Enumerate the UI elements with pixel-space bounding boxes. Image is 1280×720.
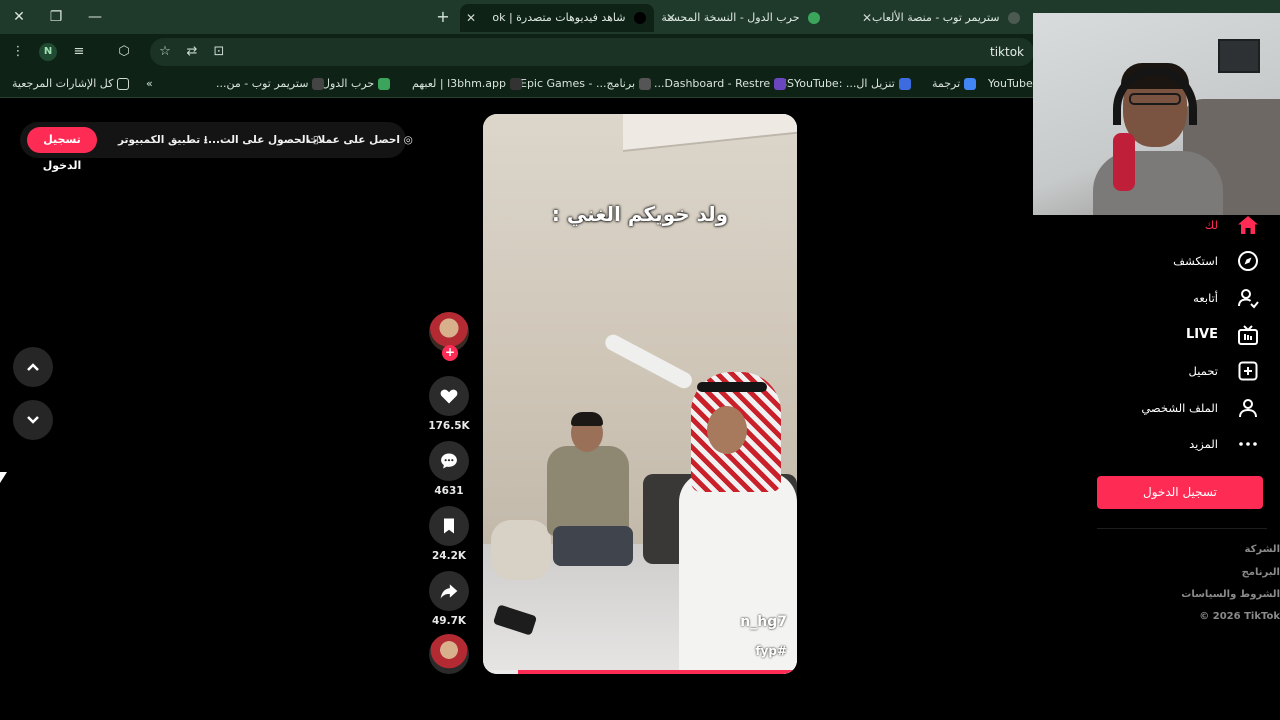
get-coins-link[interactable]: ◎ احصل على عملات bbox=[307, 122, 413, 158]
close-tab-icon[interactable]: ✕ bbox=[466, 4, 476, 32]
extensions-icon[interactable]: ⬡ bbox=[115, 43, 133, 61]
nav-upload[interactable]: تحميل bbox=[1096, 356, 1266, 386]
bookmark-star-icon[interactable]: ☆ bbox=[156, 43, 174, 61]
close-tab-icon[interactable]: ✕ bbox=[862, 4, 872, 32]
minimize-window-icon[interactable]: — bbox=[84, 6, 106, 28]
tab-label: شاهد فيديوهات متصدرة | ok bbox=[492, 11, 626, 24]
translate-icon bbox=[964, 78, 977, 90]
download-icon: ⭳ bbox=[200, 134, 208, 146]
video-author[interactable]: n_hg7 bbox=[740, 614, 787, 630]
share-count: 49.7K bbox=[431, 615, 467, 627]
save-button[interactable] bbox=[429, 506, 469, 546]
new-tab-button[interactable]: + bbox=[434, 6, 452, 28]
profile-icon bbox=[1239, 399, 1257, 418]
share-button[interactable] bbox=[429, 571, 469, 611]
video-caption: ولد خويكم الغني : bbox=[551, 202, 729, 226]
follow-plus-icon[interactable]: + bbox=[442, 345, 458, 361]
video-player[interactable]: ولد خويكم الغني : n_hg7 fyp# bbox=[483, 114, 797, 674]
bookmark-l3bhm[interactable]: l3bhm.app | لعبهم bbox=[412, 70, 523, 98]
nav-live[interactable]: LIVE bbox=[1096, 320, 1266, 350]
chevron-up-icon bbox=[27, 363, 39, 371]
top-login-button[interactable]: تسجيل الدخول bbox=[27, 127, 97, 172]
globe-icon bbox=[378, 78, 391, 90]
divider bbox=[1097, 528, 1267, 529]
bookmark-translate[interactable]: ترجمة bbox=[932, 70, 977, 98]
address-bar[interactable]: ☆ ⇄ ⊡ tiktok bbox=[150, 38, 1034, 66]
bookmark-epic-games[interactable]: برنامج... - Epic Games bbox=[520, 70, 652, 98]
translate-icon[interactable]: ⇄ bbox=[183, 43, 201, 61]
nav-explore[interactable]: استكشف bbox=[1096, 246, 1266, 276]
all-bookmarks-link[interactable]: كل الإشارات المرجعية bbox=[12, 70, 130, 98]
close-window-icon[interactable]: ✕ bbox=[8, 6, 30, 28]
following-icon bbox=[1238, 289, 1259, 309]
install-app-icon[interactable]: ⊡ bbox=[210, 43, 228, 61]
video-hashtag[interactable]: fyp# bbox=[755, 644, 787, 658]
footer-program-link[interactable]: البرنامج bbox=[1120, 567, 1280, 578]
globe-icon bbox=[510, 78, 523, 90]
restore-window-icon[interactable]: ❐ bbox=[45, 6, 67, 28]
menu-dots-icon[interactable]: ⋮ bbox=[9, 43, 27, 61]
upload-icon bbox=[1238, 361, 1258, 381]
footer-company-link[interactable]: الشركة bbox=[1120, 544, 1280, 555]
url-text: tiktok bbox=[990, 45, 1024, 59]
bookmark-war-of-nations[interactable]: حرب الدول bbox=[322, 70, 391, 98]
like-button[interactable] bbox=[429, 376, 469, 416]
bookmark-ssyoutube[interactable]: تنزيل ال... :SSYouTube bbox=[780, 70, 911, 98]
bookmark-icon bbox=[444, 518, 454, 534]
sidebar-login-button[interactable]: تسجيل الدخول bbox=[1097, 476, 1263, 509]
home-icon bbox=[1238, 216, 1258, 234]
gamepad-favicon-icon bbox=[1008, 12, 1020, 24]
microphone bbox=[1113, 133, 1135, 191]
tab-label: حرب الدول - النسخة المحسنة bbox=[661, 11, 800, 24]
previous-video-button[interactable] bbox=[13, 347, 53, 387]
webcam-overlay bbox=[1033, 13, 1280, 215]
epic-icon bbox=[639, 78, 652, 90]
tiktok-favicon-icon bbox=[634, 12, 646, 24]
coin-icon: ◎ bbox=[400, 134, 413, 146]
tab-streamer-top[interactable]: ✕ ستريمر توب - منصة الألعاب bbox=[856, 4, 1028, 32]
gamepad-icon bbox=[312, 78, 325, 90]
more-icon bbox=[1239, 442, 1257, 446]
download-icon bbox=[898, 78, 911, 90]
seated-person bbox=[531, 412, 641, 566]
restream-icon bbox=[774, 78, 787, 90]
wall-picture bbox=[1218, 39, 1260, 73]
get-app-link[interactable]: ▯ الحصول على الت... bbox=[208, 122, 319, 158]
chevron-down-icon bbox=[27, 416, 39, 424]
close-tab-icon[interactable]: ✕ bbox=[666, 4, 676, 32]
footer-terms-link[interactable]: الشروط والسياسات bbox=[1120, 589, 1280, 600]
profile-avatar[interactable]: N bbox=[39, 43, 57, 61]
comment-icon bbox=[441, 453, 457, 469]
media-controls-icon[interactable]: ≡ bbox=[70, 43, 88, 61]
comment-count: 4631 bbox=[434, 485, 464, 497]
globe-favicon-icon bbox=[808, 12, 820, 24]
share-icon bbox=[440, 584, 458, 599]
more-bookmarks-icon[interactable]: » bbox=[146, 70, 153, 98]
tab-tiktok[interactable]: ✕ شاهد فيديوهات متصدرة | ok bbox=[460, 4, 654, 32]
tab-label: ستريمر توب - منصة الألعاب bbox=[872, 11, 1000, 24]
music-disc-icon[interactable] bbox=[429, 634, 469, 674]
top-action-bar: تسجيل الدخول ⭳ تطبيق الكمبيوتر ▯ الحصول … bbox=[20, 122, 413, 172]
like-count: 176.5K bbox=[428, 420, 470, 432]
heart-icon bbox=[440, 389, 458, 404]
bookmark-restream[interactable]: Dashboard - Restre... bbox=[654, 70, 787, 98]
bookmark-youtube[interactable]: YouTube bbox=[988, 70, 1033, 98]
next-video-button[interactable] bbox=[13, 400, 53, 440]
live-icon bbox=[1238, 325, 1258, 345]
nav-following[interactable]: أتابعه bbox=[1096, 283, 1266, 313]
video-progress-fill bbox=[517, 670, 797, 674]
comment-button[interactable] bbox=[429, 441, 469, 481]
bookmark-streamer-top[interactable]: ستريمر توب - من... bbox=[216, 70, 325, 98]
nav-profile[interactable]: الملف الشخصي bbox=[1096, 393, 1266, 423]
compass-icon bbox=[1238, 251, 1258, 271]
mouse-cursor bbox=[0, 472, 7, 483]
nav-more[interactable]: المزيد bbox=[1096, 429, 1266, 459]
video-progress-bar[interactable] bbox=[483, 670, 797, 674]
desktop-app-link[interactable]: ⭳ تطبيق الكمبيوتر bbox=[118, 122, 208, 158]
folder-icon bbox=[117, 78, 130, 90]
footer-copyright: © 2026 TikTok bbox=[1199, 611, 1280, 622]
save-count: 24.2K bbox=[431, 550, 467, 562]
tab-war-of-nations[interactable]: ✕ حرب الدول - النسخة المحسنة bbox=[660, 4, 828, 32]
